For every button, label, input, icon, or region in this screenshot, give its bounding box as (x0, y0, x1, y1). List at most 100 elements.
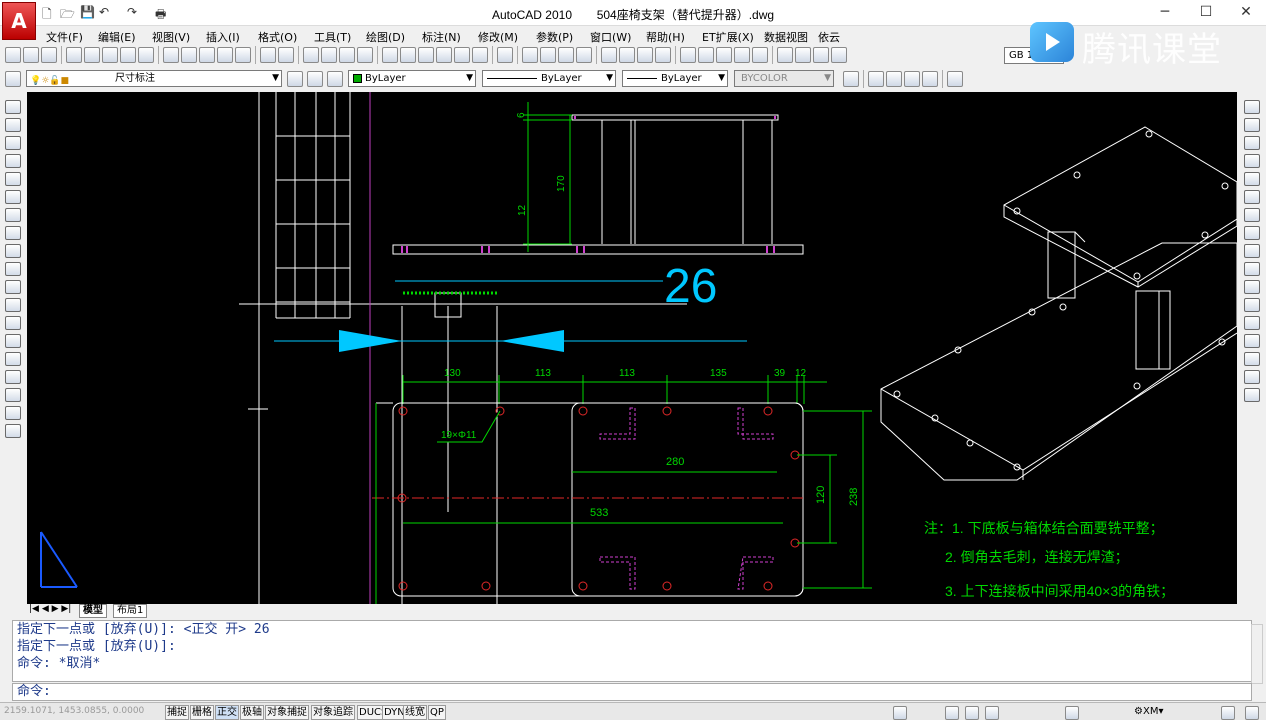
tab-layout1[interactable]: 布局1 (113, 604, 148, 618)
spline-icon[interactable] (5, 244, 21, 258)
inspection-icon[interactable] (813, 47, 829, 63)
print-icon[interactable] (66, 47, 82, 63)
revcloud-icon[interactable] (5, 226, 21, 240)
visual-conceptual-icon[interactable] (922, 71, 938, 87)
break-icon[interactable] (1244, 316, 1260, 330)
tab-nav-arrows[interactable]: |◀ ◀ ▶ ▶| (29, 604, 71, 614)
dim-jogged-icon[interactable] (619, 47, 635, 63)
trim-icon[interactable] (1244, 262, 1260, 276)
qnew-icon[interactable] (5, 47, 21, 63)
steering-wheel-icon[interactable] (985, 706, 999, 720)
zoom-previous-icon[interactable] (357, 47, 373, 63)
matchprop-icon[interactable] (235, 47, 251, 63)
mirror-icon[interactable] (1244, 136, 1260, 150)
tolerance-icon[interactable] (777, 47, 793, 63)
polyline-icon[interactable] (5, 136, 21, 150)
menu-draw[interactable]: 绘图(D) (366, 29, 405, 45)
insert-block-icon[interactable] (5, 298, 21, 312)
menu-modify[interactable]: 修改(M) (478, 29, 518, 45)
dim-angular-icon[interactable] (655, 47, 671, 63)
center-mark-icon[interactable] (795, 47, 811, 63)
lock-icon[interactable] (1221, 706, 1235, 720)
menu-dimension[interactable]: 标注(N) (422, 29, 461, 45)
designcenter-icon[interactable] (400, 47, 416, 63)
paste-icon[interactable] (199, 47, 215, 63)
tab-model[interactable]: 模型 (79, 604, 107, 618)
autocad-logo[interactable]: A (2, 2, 36, 40)
3dprint-icon[interactable] (120, 47, 136, 63)
sheetset-icon[interactable] (436, 47, 452, 63)
command-scrollbar[interactable] (1251, 624, 1263, 684)
close-button[interactable]: ✕ (1226, 4, 1266, 20)
dim-linear-icon[interactable] (522, 47, 538, 63)
zoom-window-icon[interactable] (339, 47, 355, 63)
dim-radius-icon[interactable] (601, 47, 617, 63)
otrack-toggle[interactable]: 对象追踪 (311, 705, 355, 720)
array-icon[interactable] (1244, 172, 1260, 186)
open-icon[interactable] (23, 47, 39, 63)
menu-file[interactable]: 文件(F) (46, 29, 83, 45)
jogged-linear-icon[interactable] (831, 47, 847, 63)
pan-status-icon[interactable] (945, 706, 959, 720)
mtext-icon[interactable] (5, 424, 21, 438)
redo-tb-icon[interactable] (278, 47, 294, 63)
break-point-icon[interactable] (1244, 298, 1260, 312)
layer-previous-icon[interactable] (307, 71, 323, 87)
visual-realistic-icon[interactable] (904, 71, 920, 87)
paste-special-icon[interactable] (217, 47, 233, 63)
menu-insert[interactable]: 插入(I) (206, 29, 240, 45)
table-icon[interactable] (5, 406, 21, 420)
osnap-toggle[interactable]: 对象捕捉 (265, 705, 309, 720)
clean-screen-icon[interactable] (1245, 706, 1259, 720)
grid-toggle[interactable]: 栅格 (190, 705, 214, 720)
publish-icon[interactable] (102, 47, 118, 63)
region-icon[interactable] (5, 388, 21, 402)
offset-icon[interactable] (1244, 154, 1260, 168)
visual-manager-icon[interactable] (947, 71, 963, 87)
maximize-button[interactable]: ☐ (1186, 4, 1226, 20)
undo-tb-icon[interactable] (260, 47, 276, 63)
chamfer-icon[interactable] (1244, 352, 1260, 366)
dim-diameter-icon[interactable] (637, 47, 653, 63)
drawing-canvas[interactable]: 6 170 12 26 130 113 113 135 39 12 280 53… (27, 92, 1237, 604)
minimize-button[interactable]: ─ (1145, 4, 1185, 20)
dim-break-icon[interactable] (752, 47, 768, 63)
hatch-icon[interactable] (5, 352, 21, 366)
lineweight-combo[interactable]: ByLayer ▼ (622, 70, 728, 87)
dim-aligned-icon[interactable] (540, 47, 556, 63)
fillet-icon[interactable] (1244, 370, 1260, 384)
zoom-realtime-icon[interactable] (321, 47, 337, 63)
cut-icon[interactable] (163, 47, 179, 63)
ortho-toggle[interactable]: 正交 (215, 705, 239, 720)
color-combo[interactable]: ByLayer ▼ (348, 70, 476, 87)
pan-icon[interactable] (303, 47, 319, 63)
markup-icon[interactable] (454, 47, 470, 63)
dim-space-icon[interactable] (734, 47, 750, 63)
menu-help[interactable]: 帮助(H) (646, 29, 685, 45)
rectangle-icon[interactable] (5, 172, 21, 186)
rotate-icon[interactable] (1244, 208, 1260, 222)
layer-combo[interactable]: 💡☼🔓■ 尺寸标注 ▼ (26, 70, 282, 87)
polygon-icon[interactable] (5, 154, 21, 168)
menu-dataview[interactable]: 数据视图 (764, 29, 808, 45)
layer-manager-icon[interactable] (5, 71, 21, 87)
properties-icon[interactable] (382, 47, 398, 63)
menu-express[interactable]: ET扩展(X) (702, 29, 754, 45)
polar-toggle[interactable]: 极轴 (240, 705, 264, 720)
line-icon[interactable] (5, 100, 21, 114)
menu-tools[interactable]: 工具(T) (314, 29, 351, 45)
ellipse-icon[interactable] (5, 262, 21, 276)
visual-hidden-icon[interactable] (886, 71, 902, 87)
calculator-icon[interactable] (472, 47, 488, 63)
gradient-icon[interactable] (5, 370, 21, 384)
menu-window[interactable]: 窗口(W) (590, 29, 631, 45)
construction-line-icon[interactable] (5, 118, 21, 132)
preview-icon[interactable] (84, 47, 100, 63)
ellipse-arc-icon[interactable] (5, 280, 21, 294)
point-icon[interactable] (5, 334, 21, 348)
workspace-switch[interactable]: ⚙XM▾ (1134, 706, 1163, 717)
linetype-combo[interactable]: ByLayer ▼ (482, 70, 616, 87)
model-space-icon[interactable] (893, 706, 907, 720)
explode-icon[interactable] (1244, 388, 1260, 402)
command-input[interactable]: 命令: (12, 683, 1252, 701)
